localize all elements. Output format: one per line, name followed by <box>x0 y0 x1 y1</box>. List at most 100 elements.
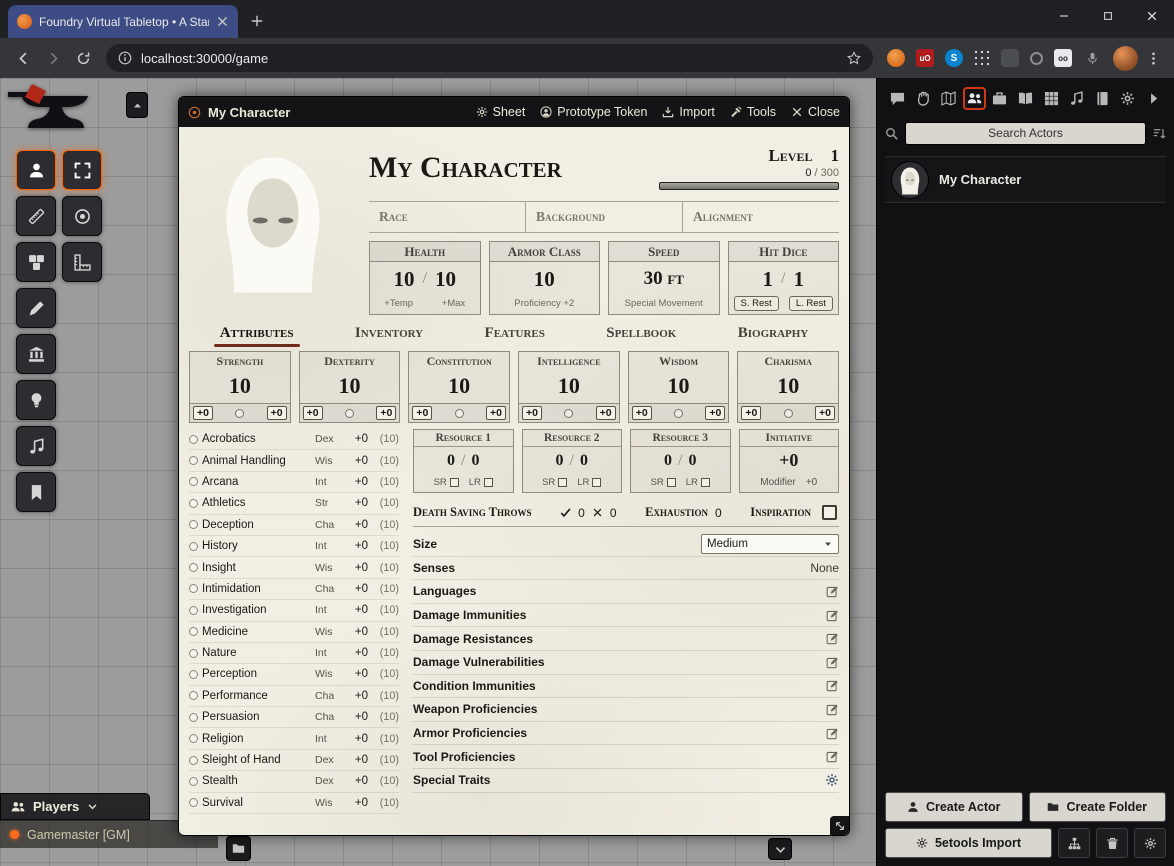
ability-block[interactable]: Constitution 10 +0 +0 <box>408 351 510 423</box>
edit-trait-icon[interactable] <box>826 585 839 598</box>
hp-current[interactable]: 10 <box>394 267 415 292</box>
ability-score[interactable]: 10 <box>777 369 799 403</box>
browser-profile-avatar[interactable] <box>1113 46 1138 71</box>
short-rest-recovery[interactable]: SR <box>651 477 676 488</box>
window-header[interactable]: My Character Sheet Prototype Token <box>179 97 849 127</box>
skill-row[interactable]: History Int +0 (10) <box>189 536 399 557</box>
window-button-prototype-token[interactable]: Prototype Token <box>540 105 647 119</box>
skill-proficiency-toggle[interactable] <box>189 456 198 465</box>
layer-button-measure-controls[interactable] <box>16 196 56 236</box>
sidebar-tab-playlists[interactable] <box>1065 87 1088 110</box>
resource-max[interactable]: 0 <box>471 452 479 470</box>
sidebar-tab-combat[interactable] <box>912 87 935 110</box>
collapse-nav-button[interactable] <box>126 92 148 118</box>
skill-row[interactable]: Nature Int +0 (10) <box>189 643 399 664</box>
skill-row[interactable]: Deception Cha +0 (10) <box>189 515 399 536</box>
create-folder-button[interactable]: Create Folder <box>1029 792 1167 822</box>
skill-row[interactable]: Insight Wis +0 (10) <box>189 557 399 578</box>
extension-icon-ublock[interactable]: uO <box>916 49 934 67</box>
skill-row[interactable]: Athletics Str +0 (10) <box>189 493 399 514</box>
sidebar-tab-settings[interactable] <box>1116 87 1139 110</box>
ability-mod[interactable]: +0 <box>412 406 432 420</box>
sidebar-tab-scenes[interactable] <box>937 87 960 110</box>
hp-tempmax-label[interactable]: +Max <box>442 298 466 309</box>
edit-trait-icon[interactable] <box>826 609 839 622</box>
skill-row[interactable]: Survival Wis +0 (10) <box>189 793 399 814</box>
skill-proficiency-toggle[interactable] <box>189 520 198 529</box>
actor-avatar[interactable] <box>891 161 929 199</box>
edit-trait-icon[interactable] <box>826 632 839 645</box>
ability-mod[interactable]: +0 <box>632 406 652 420</box>
ability-block[interactable]: Dexterity 10 +0 +0 <box>299 351 401 423</box>
ability-mod[interactable]: +0 <box>522 406 542 420</box>
long-rest-recovery[interactable]: LR <box>686 477 710 488</box>
save-proficiency-toggle[interactable] <box>564 409 573 418</box>
skill-proficiency-toggle[interactable] <box>189 477 198 486</box>
window-button-import[interactable]: Import <box>662 105 714 119</box>
identity-field[interactable]: Race <box>369 202 525 232</box>
window-button-close[interactable]: Close <box>791 105 840 119</box>
bookmark-star-icon[interactable] <box>847 51 861 65</box>
layer-button-lighting-controls[interactable] <box>16 380 56 420</box>
create-actor-button[interactable]: Create Actor <box>885 792 1023 822</box>
sheet-tab[interactable]: Inventory <box>353 323 425 344</box>
window-close-button[interactable] <box>1130 0 1174 32</box>
url-bar[interactable]: localhost:30000/game <box>106 44 873 72</box>
size-select[interactable]: Medium <box>701 534 839 554</box>
resource-value[interactable]: 0 <box>447 452 455 470</box>
skill-proficiency-toggle[interactable] <box>189 499 198 508</box>
sidebar-tab-journal[interactable] <box>1014 87 1037 110</box>
death-success-count[interactable]: 0 <box>578 506 585 520</box>
resource-value[interactable]: 0 <box>664 452 672 470</box>
tab-close-icon[interactable] <box>216 15 229 28</box>
ability-score[interactable]: 10 <box>339 369 361 403</box>
layer-button-token-controls[interactable] <box>16 150 56 190</box>
character-name[interactable]: My Character <box>369 153 659 183</box>
delete-button[interactable] <box>1096 828 1128 858</box>
skill-proficiency-toggle[interactable] <box>189 756 198 765</box>
hp-temp-label[interactable]: +Temp <box>384 298 413 309</box>
ability-block[interactable]: Intelligence 10 +0 +0 <box>518 351 620 423</box>
hit-dice-max[interactable]: 1 <box>793 267 804 292</box>
forward-button[interactable] <box>40 45 66 71</box>
xp-current[interactable]: 0 <box>805 167 811 179</box>
actor-entry[interactable]: My Character <box>885 156 1166 203</box>
window-maximize-button[interactable] <box>1086 0 1130 32</box>
skill-proficiency-toggle[interactable] <box>189 435 198 444</box>
skill-proficiency-toggle[interactable] <box>189 563 198 572</box>
skill-proficiency-toggle[interactable] <box>189 606 198 615</box>
skill-proficiency-toggle[interactable] <box>189 734 198 743</box>
toggle-folders-button[interactable] <box>1058 828 1090 858</box>
ability-save[interactable]: +0 <box>486 406 506 420</box>
skill-proficiency-toggle[interactable] <box>189 649 198 658</box>
skill-row[interactable]: Investigation Int +0 (10) <box>189 600 399 621</box>
short-rest-recovery[interactable]: SR <box>542 477 567 488</box>
ability-block[interactable]: Strength 10 +0 +0 <box>189 351 291 423</box>
ability-block[interactable]: Wisdom 10 +0 +0 <box>628 351 730 423</box>
sidebar-tab-compendium[interactable] <box>1091 87 1114 110</box>
ability-mod[interactable]: +0 <box>741 406 761 420</box>
reload-button[interactable] <box>70 45 96 71</box>
skill-proficiency-toggle[interactable] <box>189 584 198 593</box>
level-value[interactable]: 1 <box>831 146 840 166</box>
extension-icon-mic[interactable] <box>1083 49 1101 67</box>
site-info-icon[interactable] <box>118 51 132 65</box>
sidebar-tab-collapse[interactable] <box>1142 87 1165 110</box>
extension-icon-dark[interactable] <box>1001 49 1019 67</box>
extension-icon-blue[interactable]: S <box>945 49 963 67</box>
long-rest-recovery[interactable]: LR <box>577 477 601 488</box>
inspiration-checkbox[interactable] <box>822 505 837 520</box>
skill-row[interactable]: Performance Cha +0 (10) <box>189 686 399 707</box>
ability-save[interactable]: +0 <box>705 406 725 420</box>
layer-button-tile-controls[interactable] <box>16 242 56 282</box>
ability-mod[interactable]: +0 <box>193 406 213 420</box>
long-rest-button[interactable]: L. Rest <box>789 296 833 311</box>
sidebar-tab-chat[interactable] <box>886 87 909 110</box>
browser-tab[interactable]: Foundry Virtual Tabletop • A Stan <box>8 5 238 38</box>
edit-trait-icon[interactable] <box>826 656 839 669</box>
character-portrait[interactable] <box>189 135 357 315</box>
ability-block[interactable]: Charisma 10 +0 +0 <box>737 351 839 423</box>
ability-score[interactable]: 10 <box>668 369 690 403</box>
skill-row[interactable]: Intimidation Cha +0 (10) <box>189 579 399 600</box>
skill-proficiency-toggle[interactable] <box>189 542 198 551</box>
